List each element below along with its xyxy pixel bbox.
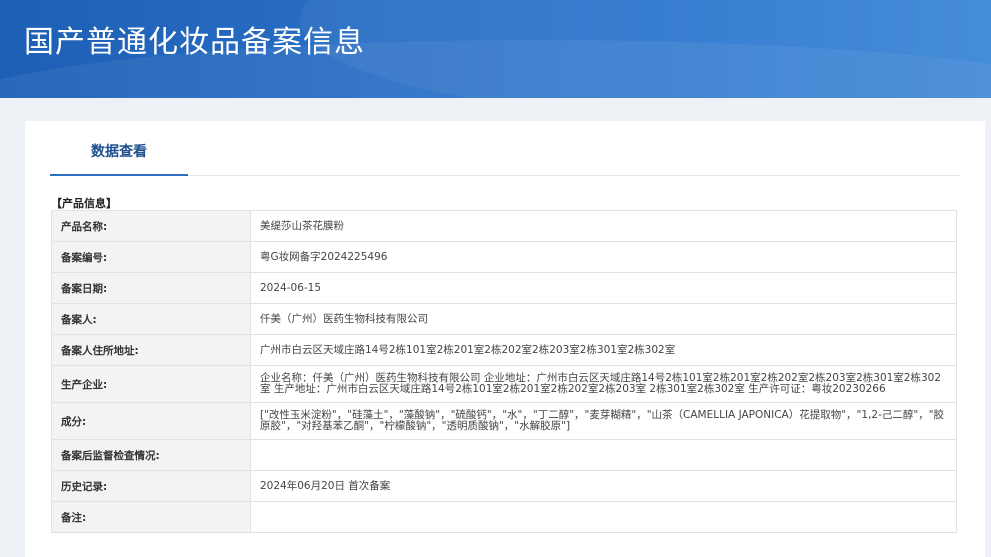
field-label: 历史记录: <box>51 470 251 502</box>
field-value: 粤G妆网备字2024225496 <box>250 241 957 273</box>
header-banner: 国产普通化妆品备案信息 <box>0 0 991 98</box>
product-info-table: 产品名称: 美缇莎山茶花膜粉 备案编号: 粤G妆网备字2024225496 备案… <box>51 210 957 533</box>
table-row: 成分: ["改性玉米淀粉"，"硅藻土"，"藻酸钠"，"硫酸钙"，"水"，"丁二醇… <box>51 402 957 440</box>
table-row: 备注: <box>51 501 957 533</box>
field-label: 备案日期: <box>51 272 251 304</box>
table-row: 历史记录: 2024年06月20日 首次备案 <box>51 470 957 502</box>
field-value: 2024年06月20日 首次备案 <box>250 470 957 502</box>
tab-data-view[interactable]: 数据查看 <box>50 121 188 176</box>
table-row: 产品名称: 美缇莎山茶花膜粉 <box>51 210 957 242</box>
field-label: 生产企业: <box>51 365 251 403</box>
table-row: 生产企业: 企业名称：仟美（广州）医药生物科技有限公司 企业地址：广州市白云区天… <box>51 365 957 403</box>
table-row: 备案后监督检查情况: <box>51 439 957 471</box>
field-label: 备案人: <box>51 303 251 335</box>
table-row: 备案日期: 2024-06-15 <box>51 272 957 304</box>
field-label: 备案人住所地址: <box>51 334 251 366</box>
field-label: 成分: <box>51 402 251 440</box>
field-value: 广州市白云区天域庄路14号2栋101室2栋201室2栋202室2栋203室2栋3… <box>250 334 957 366</box>
field-value <box>250 501 957 533</box>
field-value: 仟美（广州）医药生物科技有限公司 <box>250 303 957 335</box>
field-value: ["改性玉米淀粉"，"硅藻土"，"藻酸钠"，"硫酸钙"，"水"，"丁二醇"，"麦… <box>250 402 957 440</box>
table-row: 备案人: 仟美（广州）医药生物科技有限公司 <box>51 303 957 335</box>
content-card: 数据查看 【产品信息】 产品名称: 美缇莎山茶花膜粉 备案编号: 粤G妆网备字2… <box>25 121 985 557</box>
banner-decoration <box>300 0 991 98</box>
table-row: 备案人住所地址: 广州市白云区天域庄路14号2栋101室2栋201室2栋202室… <box>51 334 957 366</box>
field-label: 备案后监督检查情况: <box>51 439 251 471</box>
table-row: 备案编号: 粤G妆网备字2024225496 <box>51 241 957 273</box>
field-label: 备案编号: <box>51 241 251 273</box>
page-title: 国产普通化妆品备案信息 <box>24 25 365 60</box>
tab-bar: 数据查看 <box>50 121 960 176</box>
field-value: 企业名称：仟美（广州）医药生物科技有限公司 企业地址：广州市白云区天域庄路14号… <box>250 365 957 403</box>
field-value: 美缇莎山茶花膜粉 <box>250 210 957 242</box>
field-label: 产品名称: <box>51 210 251 242</box>
section-label: 【产品信息】 <box>51 197 117 210</box>
field-label: 备注: <box>51 501 251 533</box>
field-value: 2024-06-15 <box>250 272 957 304</box>
field-value <box>250 439 957 471</box>
